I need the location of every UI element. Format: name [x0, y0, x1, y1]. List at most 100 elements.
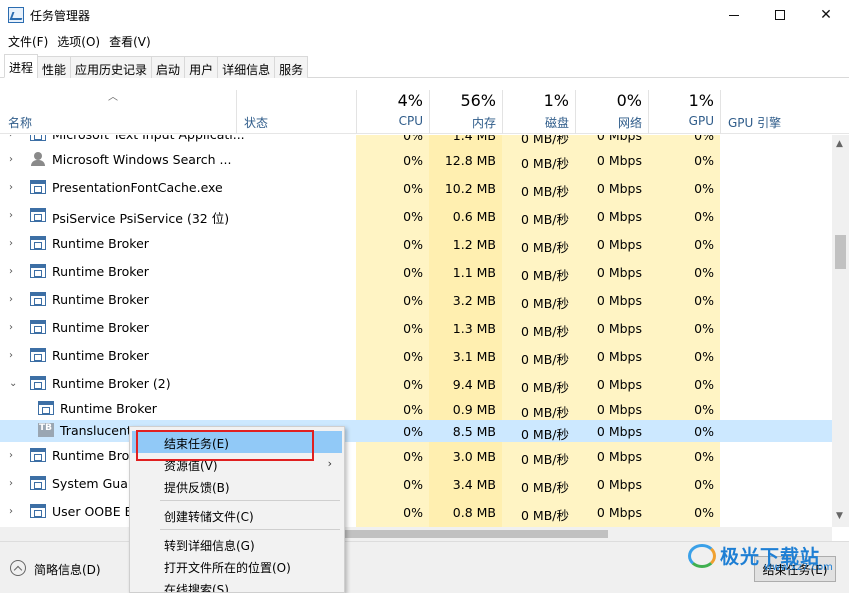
header-status[interactable]: 状态 [236, 78, 356, 134]
disk-cell: 0 MB/秒 [521, 452, 569, 467]
process-icon [30, 292, 46, 306]
column-header: ︿ 名称 状态 4% CPU 56% 内存 1% 磁盘 0% 网络 1% GPU… [0, 78, 849, 134]
cpu-cell: 0% [403, 402, 423, 417]
minimize-button[interactable] [711, 0, 757, 30]
memory-cell: 3.1 MB [452, 349, 496, 364]
hscroll-thumb[interactable] [344, 530, 608, 538]
maximize-button[interactable] [757, 0, 803, 30]
tab-app-history[interactable]: 应用历史记录 [70, 56, 153, 78]
scroll-up-icon[interactable]: ▲ [836, 139, 843, 149]
header-name[interactable]: 名称 [0, 78, 236, 134]
gpu-cell: 0% [694, 135, 714, 143]
table-row[interactable]: ›System Guard Runtime Monitor...0%3.4 MB… [0, 470, 832, 498]
tab-startup[interactable]: 启动 [151, 56, 186, 78]
gpu-cell: 0% [694, 449, 714, 464]
cpu-total: 4% [397, 91, 423, 110]
menu-options[interactable]: 选项(O) [53, 30, 105, 52]
vertical-scrollbar[interactable]: ▲ ▼ [832, 135, 849, 527]
table-row[interactable]: ⌄ Runtime Broker (2) 0% 9.4 MB 0 MB/秒 0 Mbps 0… [0, 370, 832, 398]
table-row[interactable]: › Runtime Broker 0% 3.1 MB 0 MB/秒 0 Mbps 0% [0, 342, 832, 370]
gpu-cell: 0% [694, 505, 714, 520]
table-row[interactable]: › Runtime Broker 0% 1.2 MB 0 MB/秒 0 Mbps 0% [0, 230, 832, 258]
header-disk[interactable]: 1% 磁盘 [502, 78, 575, 134]
chevron-right-icon[interactable]: › [9, 450, 13, 461]
gpu-cell: 0% [694, 181, 714, 196]
table-row[interactable]: › Runtime Broker 0% 3.2 MB 0 MB/秒 0 Mbps 0% [0, 286, 832, 314]
context-menu-item[interactable]: 转到详细信息(G) [132, 533, 342, 555]
close-button[interactable]: ✕ [803, 0, 849, 30]
tab-performance[interactable]: 性能 [37, 56, 72, 78]
window-title: 任务管理器 [30, 9, 91, 23]
disk-cell: 0 MB/秒 [521, 480, 569, 495]
menu-view[interactable]: 查看(V) [105, 30, 156, 52]
tab-services[interactable]: 服务 [274, 56, 309, 78]
collapse-up-icon[interactable] [10, 560, 26, 576]
menu-file[interactable]: 文件(F) [4, 30, 53, 52]
cpu-cell: 0% [403, 424, 423, 439]
cpu-cell: 0% [403, 153, 423, 168]
process-name: PsiService PsiService (32 位) [52, 211, 230, 226]
chevron-right-icon[interactable]: › [9, 238, 13, 249]
chevron-right-icon[interactable]: › [9, 294, 13, 305]
process-icon [30, 320, 46, 334]
chevron-right-icon[interactable]: › [9, 135, 13, 140]
network-cell: 0 Mbps [596, 265, 642, 280]
process-name: PresentationFontCache.exe [52, 180, 223, 195]
table-row[interactable]: › PresentationFontCache.exe 0% 10.2 MB 0 MB/… [0, 174, 832, 202]
gpu-cell: 0% [694, 237, 714, 252]
chevron-right-icon[interactable]: › [9, 182, 13, 193]
process-name: Runtime Broker [52, 236, 149, 251]
table-row[interactable]: › Runtime Broker 0% 1.1 MB 0 MB/秒 0 Mbps 0% [0, 258, 832, 286]
context-menu-item[interactable]: 创建转储文件(C) [132, 504, 342, 526]
gpu-cell: 0% [694, 293, 714, 308]
scroll-down-icon[interactable]: ▼ [836, 511, 843, 521]
tab-details[interactable]: 详细信息 [217, 56, 276, 78]
header-gpu-engine[interactable]: GPU 引擎 [720, 78, 832, 134]
fewer-details-link[interactable]: 简略信息(D) [34, 561, 101, 578]
table-row[interactable]: › Runtime Broker 0% 3.0 MB 0 MB/秒 0 Mbps 0% [0, 442, 832, 470]
menu-separator [160, 529, 340, 530]
memory-cell: 1.2 MB [452, 237, 496, 252]
table-row[interactable]: › User OOBE Broker 0% 0.8 MB 0 MB/秒 0 Mbps 0% [0, 498, 832, 526]
table-row[interactable]: › PsiService PsiService (32 位) 0% 0.6 MB 0 M… [0, 202, 832, 230]
gpu-cell: 0% [694, 424, 714, 439]
tab-processes[interactable]: 进程 [4, 54, 39, 78]
process-name: Runtime Broker [52, 292, 149, 307]
site-watermark: 极光下载站 www.xz7.com [688, 542, 840, 573]
horizontal-scrollbar[interactable] [0, 527, 832, 541]
scroll-thumb[interactable] [835, 235, 846, 269]
chevron-right-icon[interactable]: › [9, 210, 13, 221]
chevron-right-icon[interactable]: › [9, 154, 13, 165]
cpu-cell: 0% [403, 293, 423, 308]
table-row[interactable]: Runtime Broker 0% 0.9 MB 0 MB/秒 0 Mbps 0% [0, 398, 832, 420]
network-cell: 0 Mbps [596, 237, 642, 252]
maximize-icon [775, 10, 785, 20]
minimize-icon [729, 14, 739, 16]
chevron-right-icon[interactable]: › [9, 322, 13, 333]
header-memory[interactable]: 56% 内存 [429, 78, 502, 134]
context-menu-item[interactable]: 提供反馈(B) [132, 475, 342, 497]
chevron-right-icon[interactable]: › [9, 266, 13, 277]
disk-cell: 0 MB/秒 [521, 156, 569, 171]
task-manager-icon [8, 7, 24, 23]
cpu-cell: 0% [403, 449, 423, 464]
context-menu-item[interactable]: 在线搜索(S) [132, 577, 342, 592]
process-icon [38, 401, 54, 415]
table-row[interactable]: › Runtime Broker 0% 1.3 MB 0 MB/秒 0 Mbps 0% [0, 314, 832, 342]
chevron-down-icon[interactable]: ⌄ [9, 378, 17, 389]
chevron-right-icon[interactable]: › [9, 478, 13, 489]
chevron-right-icon[interactable]: › [9, 506, 13, 517]
network-cell: 0 Mbps [596, 135, 642, 143]
process-name: Runtime Broker (2) [52, 376, 171, 391]
tab-users[interactable]: 用户 [184, 56, 219, 78]
gpu-cell: 0% [694, 377, 714, 392]
gpu-cell: 0% [694, 321, 714, 336]
menu-bar: 文件(F) 选项(O) 查看(V) [0, 30, 849, 52]
table-row[interactable]: TranslucentTB0%8.5 MB0 MB/秒0 Mbps0% [0, 420, 832, 442]
table-row[interactable]: › Microsoft Windows Search ... 0% 12.8 MB 0 … [0, 146, 832, 174]
context-menu-item[interactable]: 打开文件所在的位置(O) [132, 555, 342, 577]
header-network[interactable]: 0% 网络 [575, 78, 648, 134]
header-cpu[interactable]: 4% CPU [356, 78, 429, 134]
header-gpu[interactable]: 1% GPU [648, 78, 720, 134]
chevron-right-icon[interactable]: › [9, 350, 13, 361]
